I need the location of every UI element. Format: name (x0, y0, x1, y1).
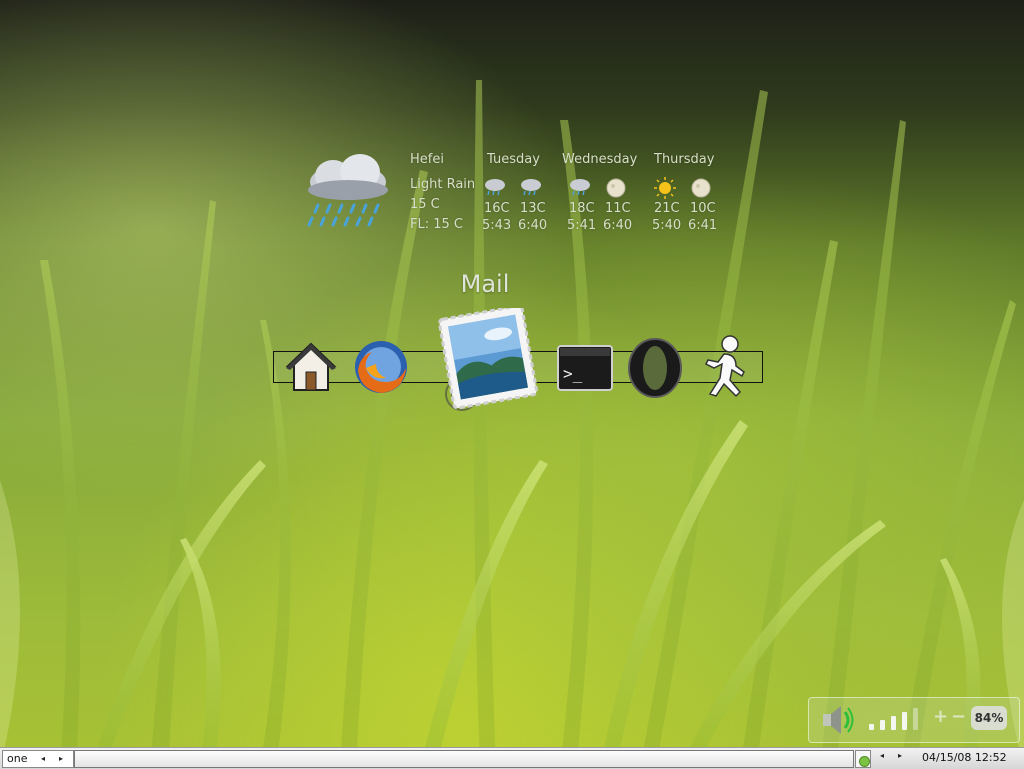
forecast-high: 18C (569, 201, 595, 216)
status-indicator-icon (859, 756, 870, 767)
forecast-day-name: Thursday (654, 152, 715, 167)
forecast-day-name: Wednesday (562, 152, 638, 167)
dock-item-firefox[interactable] (352, 338, 410, 396)
forecast-sunrise: 5:41 (567, 218, 597, 233)
forecast-sunrise: 5:40 (652, 218, 682, 233)
workspace-switcher[interactable]: one ◂ ▸ (2, 750, 74, 768)
task-list[interactable] (74, 750, 854, 768)
tray-toggle[interactable] (855, 750, 871, 768)
volume-up-button[interactable]: + (933, 706, 948, 727)
speaker-icon[interactable] (821, 704, 855, 736)
moon-icon (691, 178, 711, 198)
forecast-low: 11C (605, 201, 631, 216)
workspace-prev-arrow[interactable]: ◂ (41, 754, 45, 763)
volume-down-button[interactable]: − (951, 706, 966, 727)
forecast-sunset: 6:41 (688, 218, 718, 233)
signal-bar (869, 724, 874, 730)
forecast-day-name: Tuesday (487, 152, 540, 167)
system-tray-widget: + − 84% (808, 697, 1020, 743)
taskbar: one ◂ ▸ ◂ ▸ 04/15/08 12:52 (0, 747, 1024, 769)
signal-bar (891, 716, 896, 730)
rain-cloud-icon (521, 179, 541, 196)
taskbar-next-arrow[interactable]: ▸ (898, 751, 902, 760)
taskbar-prev-arrow[interactable]: ◂ (880, 751, 884, 760)
dock-item-opera[interactable] (626, 337, 684, 399)
home-icon (285, 342, 337, 391)
dock-item-terminal[interactable]: >_ (557, 345, 613, 391)
signal-bar (902, 712, 907, 730)
mail-stamp-icon (437, 304, 539, 411)
forecast-sunset: 6:40 (518, 218, 548, 233)
rain-cloud-icon (485, 179, 505, 196)
terminal-icon: >_ (557, 345, 613, 391)
forecast-low: 13C (520, 201, 546, 216)
workspace-name: one (7, 752, 28, 765)
terminal-prompt: >_ (563, 364, 583, 383)
heavy-rain-cloud-icon (307, 154, 388, 227)
weather-temperature: 15 C (410, 197, 440, 212)
signal-bar (913, 708, 918, 730)
workspace-next-arrow[interactable]: ▸ (59, 754, 63, 763)
forecast-sunset: 6:40 (603, 218, 633, 233)
weather-condition: Light Rain (410, 177, 476, 192)
clock: 04/15/08 12:52 (922, 751, 1007, 764)
moon-icon (606, 178, 626, 198)
firefox-icon (355, 341, 407, 393)
forecast-sunrise: 5:43 (482, 218, 512, 233)
dock-hover-label: Mail (460, 270, 510, 298)
dock-item-home[interactable] (284, 340, 338, 394)
forecast-high: 21C (654, 201, 680, 216)
sun-icon (654, 177, 676, 199)
aim-running-man-icon (704, 335, 745, 398)
forecast-low: 10C (690, 201, 716, 216)
signal-bar (880, 720, 885, 730)
rain-cloud-icon (570, 179, 590, 196)
dock-item-mail[interactable] (432, 304, 539, 414)
weather-feels-like: FL: 15 C (410, 217, 463, 232)
opera-icon (628, 338, 682, 398)
forecast-high: 16C (484, 201, 510, 216)
battery-indicator: 84% (971, 706, 1007, 730)
weather-city: Hefei (410, 152, 444, 167)
dock-item-aim[interactable] (696, 334, 750, 398)
